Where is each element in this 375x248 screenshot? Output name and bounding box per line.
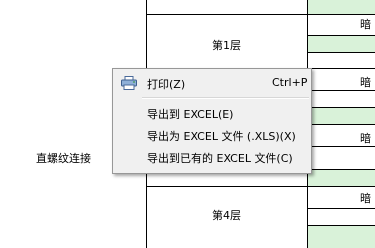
menu-item-export-excel[interactable]: 导出到 EXCEL(E): [114, 103, 310, 123]
green-cell: [307, 226, 375, 248]
menu-item-label: 打印(Z): [147, 78, 186, 91]
row-label: 直螺纹连接: [36, 152, 91, 165]
printer-icon: [121, 76, 137, 90]
cell-text: 暗: [360, 132, 371, 145]
menu-item-label: 导出到 EXCEL(E): [147, 108, 234, 121]
menu-item-export-existing-excel[interactable]: 导出到已有的 EXCEL 文件(C): [114, 147, 310, 167]
green-cell: [307, 108, 375, 124]
menu-item-print[interactable]: 打印(Z) Ctrl+P: [114, 73, 310, 93]
menu-item-export-xls-file[interactable]: 导出为 EXCEL 文件 (.XLS)(X): [114, 125, 310, 145]
menu-item-label: 导出为 EXCEL 文件 (.XLS)(X): [147, 130, 296, 143]
green-cell: [307, 36, 375, 52]
green-cell: [307, 170, 375, 186]
cell-text: 暗: [360, 76, 371, 89]
context-menu: 打印(Z) Ctrl+P 导出到 EXCEL(E) 导出为 EXCEL 文件 (…: [112, 68, 312, 174]
menu-item-shortcut: Ctrl+P: [272, 76, 308, 89]
cell-text: 暗: [360, 192, 371, 205]
menu-item-label: 导出到已有的 EXCEL 文件(C): [147, 152, 293, 165]
floor-label: 第1层: [212, 39, 241, 52]
cell-text: 暗: [360, 18, 371, 31]
green-cell: [307, 0, 375, 14]
floor-label: 第4层: [212, 209, 241, 222]
menu-separator: [142, 97, 309, 99]
